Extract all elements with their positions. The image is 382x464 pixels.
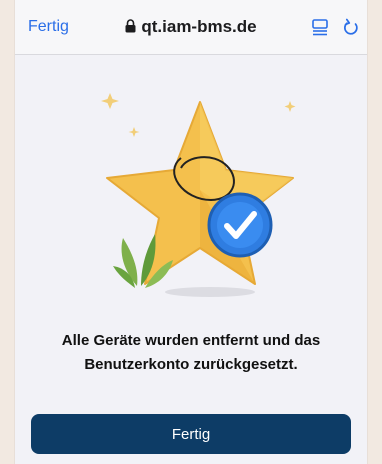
message-line-2: Benutzerkonto zurückgesetzt. [84, 356, 298, 373]
url-text: qt.iam-bms.de [141, 17, 257, 36]
success-message: Alle Geräte wurden entfernt und das Benu… [35, 329, 347, 377]
message-line-1: Alle Geräte wurden entfernt und das [61, 332, 321, 349]
browser-toolbar: Fertig qt.iam-bms.de [15, 0, 367, 55]
done-button[interactable]: Fertig [31, 414, 351, 454]
sparkle-icon [128, 127, 140, 137]
browser-window: Fertig qt.iam-bms.de Alle Geräte wurden … [15, 0, 367, 464]
reload-icon[interactable] [342, 17, 360, 37]
reader-icon[interactable] [311, 18, 329, 36]
sparkle-icon [101, 93, 119, 109]
lock-icon [125, 18, 136, 38]
star-with-checkmark-illustration [101, 93, 296, 297]
sparkle-icon [284, 101, 296, 112]
